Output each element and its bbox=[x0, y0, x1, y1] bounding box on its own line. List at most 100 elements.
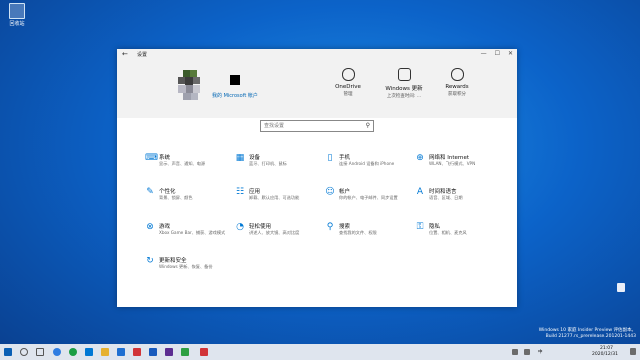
devices-icon: ▦ bbox=[235, 153, 245, 163]
windows-update-subtitle: 上次检查时间: ... bbox=[386, 94, 422, 99]
tiles-app-icon[interactable] bbox=[165, 348, 173, 356]
ime-indicator[interactable]: 中 bbox=[538, 349, 543, 355]
start-button[interactable] bbox=[4, 348, 12, 356]
xbox-icon: ⊗ bbox=[146, 222, 154, 232]
category-update-security[interactable]: ↻ 更新和安全 Windows 更新、恢复、备份 bbox=[145, 256, 230, 280]
task-view-icon[interactable] bbox=[36, 348, 44, 356]
notification-center-icon[interactable] bbox=[630, 348, 636, 355]
person-icon: ☺ bbox=[325, 187, 335, 197]
category-subtitle: 连接 Android 设备和 iPhone bbox=[339, 161, 395, 166]
category-title: 轻松使用 bbox=[249, 224, 272, 230]
category-phone[interactable]: ▯ 手机 连接 Android 设备和 iPhone bbox=[325, 153, 410, 177]
category-privacy[interactable]: ⚿ 隐私 位置、相机、麦克风 bbox=[415, 222, 500, 246]
globe-icon: ⊕ bbox=[416, 153, 424, 163]
phone-icon: ▯ bbox=[327, 153, 333, 163]
category-subtitle: 蓝牙、打印机、鼠标 bbox=[249, 161, 287, 166]
refresh-icon: ↻ bbox=[146, 256, 154, 266]
category-title: 隐私 bbox=[429, 224, 441, 230]
search-icon: ⚲ bbox=[365, 122, 370, 129]
volume-icon[interactable] bbox=[524, 349, 530, 355]
category-subtitle: Windows 更新、恢复、备份 bbox=[159, 264, 213, 269]
back-arrow-icon[interactable]: ← bbox=[122, 50, 128, 58]
recycle-bin-icon bbox=[9, 3, 25, 19]
category-title: 时间和语言 bbox=[429, 189, 457, 195]
close-button[interactable]: ✕ bbox=[508, 50, 513, 57]
folder-icon[interactable] bbox=[101, 348, 109, 356]
category-network[interactable]: ⊕ 网络和 Internet WLAN、飞行模式、VPN bbox=[415, 153, 500, 177]
green-app-icon[interactable] bbox=[181, 348, 189, 356]
avatar[interactable] bbox=[175, 70, 205, 100]
clock-date[interactable]: 2020/12/31 bbox=[592, 352, 618, 357]
category-title: 应用 bbox=[249, 189, 261, 195]
ease-of-access-icon: ◔ bbox=[236, 222, 244, 232]
minimize-button[interactable]: — bbox=[481, 50, 487, 57]
build-watermark: Windows 10 家庭 Insider Preview 评估副本。 Buil… bbox=[539, 328, 636, 340]
search-taskbar-icon[interactable] bbox=[20, 348, 28, 356]
category-subtitle: 你的帐户、电子邮件、同步设置 bbox=[339, 195, 398, 200]
category-subtitle: 卸载、默认应用、可选功能 bbox=[249, 195, 300, 200]
word-icon[interactable] bbox=[149, 348, 157, 356]
cloud-icon bbox=[341, 68, 355, 81]
onedrive-item[interactable]: OneDrive 管理 bbox=[323, 68, 373, 97]
search-input[interactable] bbox=[261, 121, 359, 130]
settings-search-box[interactable]: ⚲ bbox=[260, 120, 374, 132]
category-search[interactable]: ⚲ 搜索 查找我的文件、权限 bbox=[325, 222, 410, 246]
category-time-language[interactable]: A 时间和语言 语音、区域、日期 bbox=[415, 187, 500, 211]
category-personalization[interactable]: ✎ 个性化 背景、锁屏、颜色 bbox=[145, 187, 230, 211]
window-controls: — ☐ ✕ bbox=[481, 50, 513, 57]
category-subtitle: 背景、锁屏、颜色 bbox=[159, 195, 193, 200]
category-subtitle: 讲述人、放大镜、高对比度 bbox=[249, 230, 300, 235]
windows-update-item[interactable]: Windows 更新 上次检查时间: ... bbox=[379, 68, 429, 99]
category-title: 网络和 Internet bbox=[429, 155, 470, 161]
category-ease-of-access[interactable]: ◔ 轻松使用 讲述人、放大镜、高对比度 bbox=[235, 222, 320, 246]
floating-badge-icon[interactable] bbox=[617, 283, 625, 292]
category-subtitle: 语音、区域、日期 bbox=[429, 195, 463, 200]
store-icon[interactable] bbox=[85, 348, 93, 356]
recycle-bin[interactable]: 回收站 bbox=[6, 3, 28, 27]
category-system[interactable]: ⌨ 系统 显示、声音、通知、电源 bbox=[145, 153, 230, 177]
update-icon bbox=[397, 68, 411, 81]
maximize-button[interactable]: ☐ bbox=[495, 50, 500, 57]
category-title: 更新和安全 bbox=[159, 258, 187, 264]
category-gaming[interactable]: ⊗ 游戏 Xbox Game Bar、捕获、游戏模式 bbox=[145, 222, 230, 246]
category-title: 游戏 bbox=[159, 224, 171, 230]
language-icon: A bbox=[416, 187, 424, 197]
onedrive-title: OneDrive bbox=[335, 84, 361, 90]
category-title: 搜索 bbox=[339, 224, 351, 230]
category-devices[interactable]: ▦ 设备 蓝牙、打印机、鼠标 bbox=[235, 153, 320, 177]
personalization-icon: ✎ bbox=[146, 187, 154, 197]
category-title: 设备 bbox=[249, 155, 261, 161]
system-icon: ⌨ bbox=[145, 153, 158, 163]
edge-icon[interactable] bbox=[53, 348, 61, 356]
category-title: 手机 bbox=[339, 155, 351, 161]
taskbar: 中 21:07 2020/12/31 bbox=[0, 344, 640, 360]
apps-icon: ☷ bbox=[235, 187, 245, 197]
rewards-subtitle: 获取积分 bbox=[448, 92, 466, 97]
search-category-icon: ⚲ bbox=[326, 222, 334, 232]
category-apps[interactable]: ☷ 应用 卸载、默认应用、可选功能 bbox=[235, 187, 320, 211]
recycle-bin-label: 回收站 bbox=[9, 21, 25, 27]
category-title: 系统 bbox=[159, 155, 171, 161]
account-header: 我的 Microsoft 帐户 OneDrive 管理 Windows 更新 上… bbox=[117, 60, 517, 118]
microsoft-account-link[interactable]: 我的 Microsoft 帐户 bbox=[212, 92, 258, 99]
onedrive-subtitle: 管理 bbox=[343, 92, 353, 97]
category-subtitle: 位置、相机、麦克风 bbox=[429, 230, 467, 235]
watermark-line2: Build 21277.rs_prerelease.201201-1443 bbox=[545, 334, 636, 339]
redacted-name-block bbox=[230, 75, 240, 85]
category-subtitle: 查找我的文件、权限 bbox=[339, 230, 377, 235]
mail-icon[interactable] bbox=[117, 348, 125, 356]
category-title: 帐户 bbox=[339, 189, 351, 195]
settings-taskbar-icon[interactable] bbox=[200, 348, 208, 356]
category-accounts[interactable]: ☺ 帐户 你的帐户、电子邮件、同步设置 bbox=[325, 187, 410, 211]
chrome-icon[interactable] bbox=[69, 348, 77, 356]
rewards-item[interactable]: Rewards 获取积分 bbox=[432, 68, 482, 97]
rewards-title: Rewards bbox=[445, 84, 469, 90]
title-bar: ← 设置 — ☐ ✕ bbox=[117, 49, 517, 60]
window-title: 设置 bbox=[137, 52, 148, 58]
category-subtitle: WLAN、飞行模式、VPN bbox=[429, 161, 476, 166]
app-red-icon[interactable] bbox=[133, 348, 141, 356]
clock-time[interactable]: 21:07 bbox=[600, 346, 613, 351]
lock-icon: ⚿ bbox=[416, 222, 424, 232]
network-icon[interactable] bbox=[512, 349, 518, 355]
medal-icon bbox=[450, 68, 464, 81]
